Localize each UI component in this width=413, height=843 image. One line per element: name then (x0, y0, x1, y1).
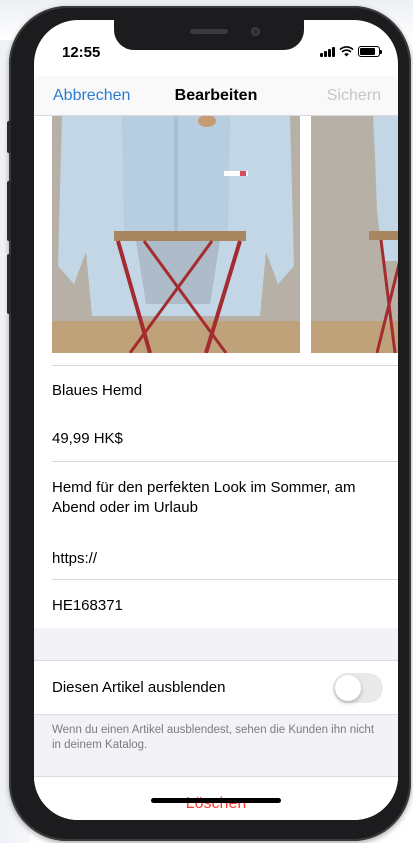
volume-up-button (7, 181, 11, 241)
separator (52, 365, 398, 366)
separator (52, 461, 398, 462)
phone-screen: 12:55 Abbrechen Bearbeiten Sichern Blaue… (34, 20, 398, 820)
shirt-on-stool-image-2 (311, 116, 398, 353)
battery-icon (358, 46, 382, 57)
status-time: 12:55 (62, 44, 101, 61)
status-icons (320, 45, 382, 57)
volume-down-button (7, 254, 11, 314)
toggle-knob (335, 675, 361, 701)
hide-item-hint: Wenn du einen Artikel ausblendest, sehen… (52, 724, 375, 751)
hide-item-label: Diesen Artikel ausblenden (52, 679, 226, 696)
item-id-field[interactable]: HE168371 (52, 597, 398, 614)
hide-item-row: Diesen Artikel ausblenden (34, 660, 398, 715)
shirt-on-stool-image (52, 116, 300, 353)
wifi-icon (339, 46, 354, 57)
url-field[interactable]: https:// (52, 550, 398, 567)
navigation-bar: Abbrechen Bearbeiten Sichern (34, 76, 398, 116)
speaker (190, 29, 228, 34)
hide-item-toggle[interactable] (333, 673, 383, 703)
description-field[interactable]: Hemd für den perfekten Look im Sommer, a… (52, 478, 372, 518)
cellular-signal-icon (320, 47, 335, 57)
home-indicator[interactable] (151, 798, 281, 803)
notch (114, 20, 304, 50)
separator (52, 579, 398, 580)
product-photo[interactable] (52, 116, 300, 353)
save-button[interactable]: Sichern (327, 87, 381, 105)
product-photo-secondary[interactable] (311, 116, 398, 353)
product-photos (34, 116, 398, 353)
front-camera (251, 27, 260, 36)
price-field[interactable]: 49,99 HK$ (52, 430, 398, 447)
mute-switch (7, 121, 11, 153)
item-name-field[interactable]: Blaues Hemd (52, 382, 398, 399)
